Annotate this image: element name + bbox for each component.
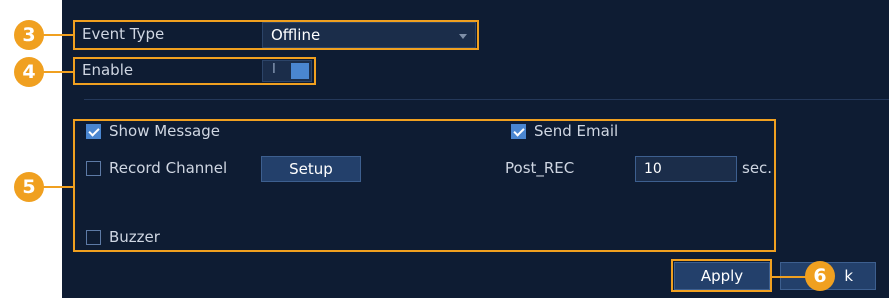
callout-connector-3: [42, 34, 74, 36]
callout-box-options: [73, 119, 776, 252]
callout-connector-5: [42, 186, 74, 188]
callout-box-enable: [73, 57, 316, 85]
callout-badge-3: 3: [14, 20, 44, 50]
callout-box-apply: [671, 259, 772, 292]
callout-badge-4: 4: [14, 57, 44, 87]
callout-connector-4: [42, 71, 74, 73]
callout-badge-6: 6: [805, 261, 835, 291]
callout-connector-6: [770, 276, 806, 278]
section-divider: [84, 99, 889, 100]
callout-box-event-type: [73, 20, 479, 50]
callout-badge-5: 5: [14, 172, 44, 202]
back-button-label: k: [844, 267, 853, 285]
